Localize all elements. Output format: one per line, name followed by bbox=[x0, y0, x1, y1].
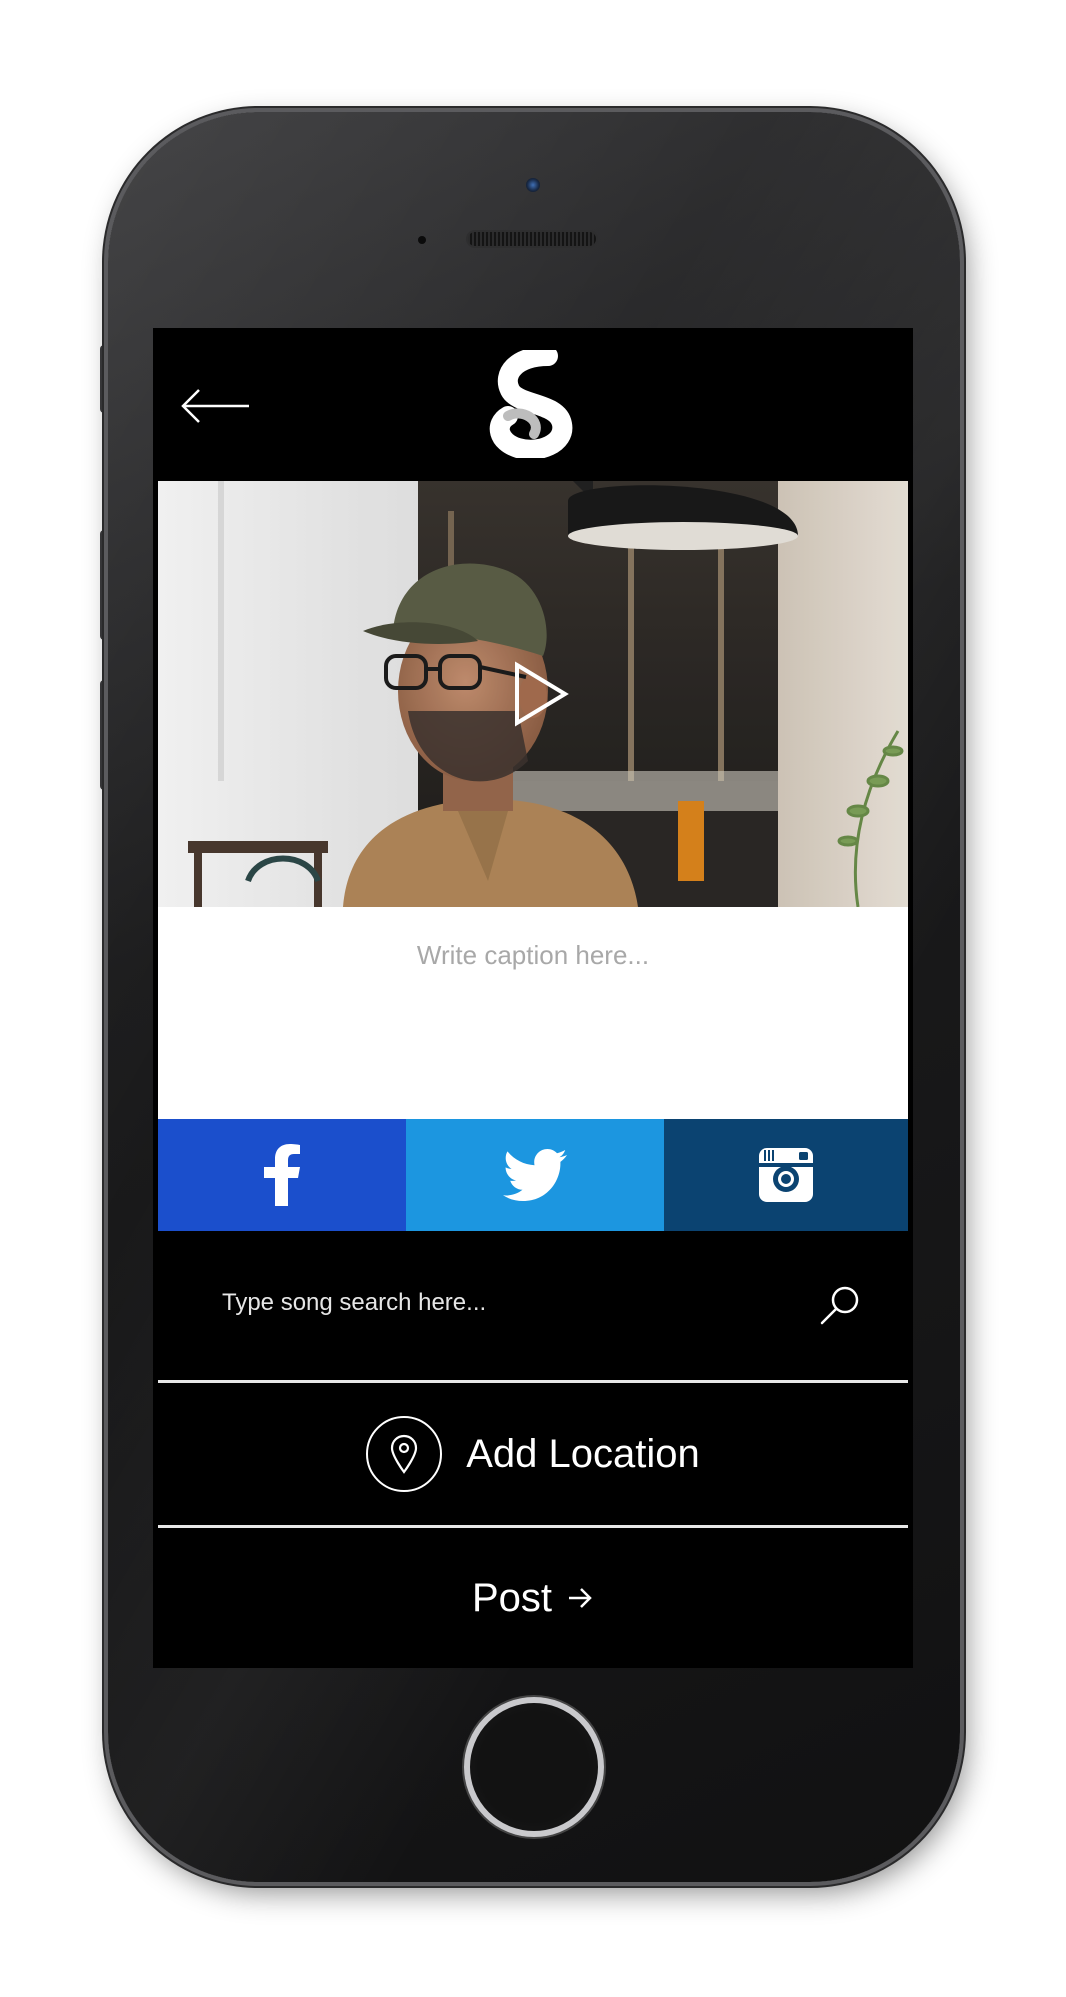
instagram-icon bbox=[759, 1148, 813, 1202]
search-icon[interactable] bbox=[818, 1283, 862, 1327]
home-button[interactable] bbox=[464, 1697, 604, 1837]
arrow-left-icon bbox=[181, 389, 249, 423]
front-camera bbox=[526, 178, 540, 192]
add-location-button[interactable]: Add Location bbox=[158, 1383, 908, 1525]
caption-area bbox=[158, 907, 908, 1119]
song-search-bar bbox=[158, 1231, 908, 1381]
share-facebook-button[interactable] bbox=[158, 1119, 406, 1231]
location-pin-icon bbox=[366, 1416, 443, 1492]
twitter-icon bbox=[503, 1149, 567, 1201]
facebook-icon bbox=[264, 1144, 300, 1206]
earpiece-speaker bbox=[466, 230, 598, 248]
post-button[interactable]: Post bbox=[158, 1528, 908, 1668]
share-row bbox=[158, 1119, 908, 1231]
post-label: Post bbox=[471, 1575, 553, 1620]
add-location-label: Add Location bbox=[466, 1431, 700, 1476]
caption-input[interactable] bbox=[158, 935, 908, 975]
arrow-right-icon bbox=[569, 1588, 592, 1608]
video-preview[interactable] bbox=[158, 481, 908, 907]
proximity-sensor bbox=[418, 236, 426, 244]
s-logo-icon bbox=[488, 346, 578, 460]
app-screen: Add Location Post bbox=[153, 328, 913, 1668]
song-search-input[interactable] bbox=[222, 1283, 782, 1323]
play-icon bbox=[515, 661, 569, 727]
share-twitter-button[interactable] bbox=[406, 1119, 664, 1231]
top-bar bbox=[153, 328, 913, 481]
back-button[interactable] bbox=[177, 376, 257, 436]
play-button[interactable] bbox=[503, 659, 573, 729]
share-instagram-button[interactable] bbox=[664, 1119, 908, 1231]
device-mockup: Add Location Post bbox=[0, 0, 1066, 1997]
